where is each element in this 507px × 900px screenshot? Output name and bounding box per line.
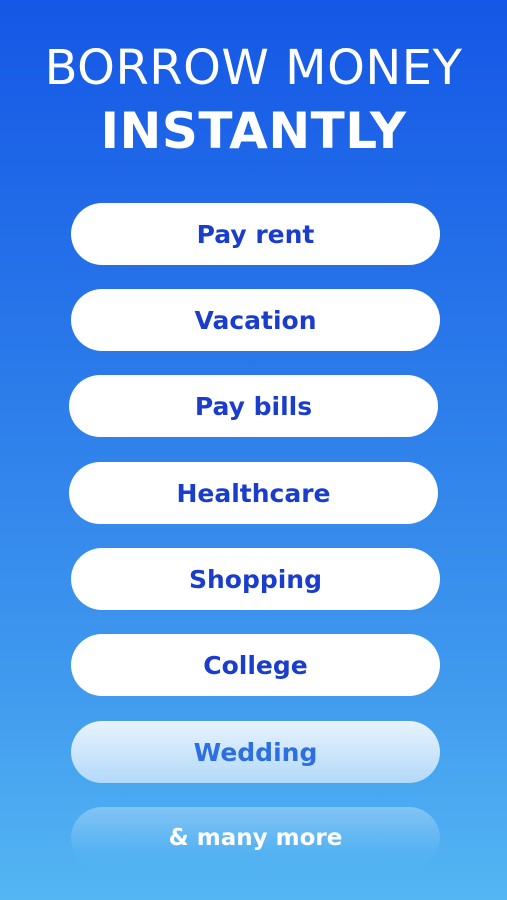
option-vacation-button[interactable]: Vacation <box>71 289 440 351</box>
option-label: Pay rent <box>196 219 315 249</box>
more-options-label: & many more <box>168 825 343 851</box>
option-pay-bills-button[interactable]: Pay bills <box>69 375 438 437</box>
option-pay-rent-button[interactable]: Pay rent <box>71 203 440 265</box>
option-label: Wedding <box>193 737 318 767</box>
headline-line-2: INSTANTLY <box>100 102 407 160</box>
option-label: Vacation <box>194 305 317 335</box>
more-options-item: & many more <box>71 807 440 869</box>
option-shopping-button[interactable]: Shopping <box>71 548 440 610</box>
option-college-button[interactable]: College <box>71 634 440 696</box>
headline-line-1: BORROW MONEY <box>44 40 463 96</box>
option-label: Pay bills <box>194 391 313 421</box>
option-label: College <box>203 650 308 680</box>
option-wedding-button[interactable]: Wedding <box>71 721 440 783</box>
promo-screen: BORROW MONEY INSTANTLY Pay rent Vacation… <box>0 0 507 900</box>
option-healthcare-button[interactable]: Healthcare <box>69 462 438 524</box>
option-label: Shopping <box>188 564 323 594</box>
option-label: Healthcare <box>176 478 331 508</box>
